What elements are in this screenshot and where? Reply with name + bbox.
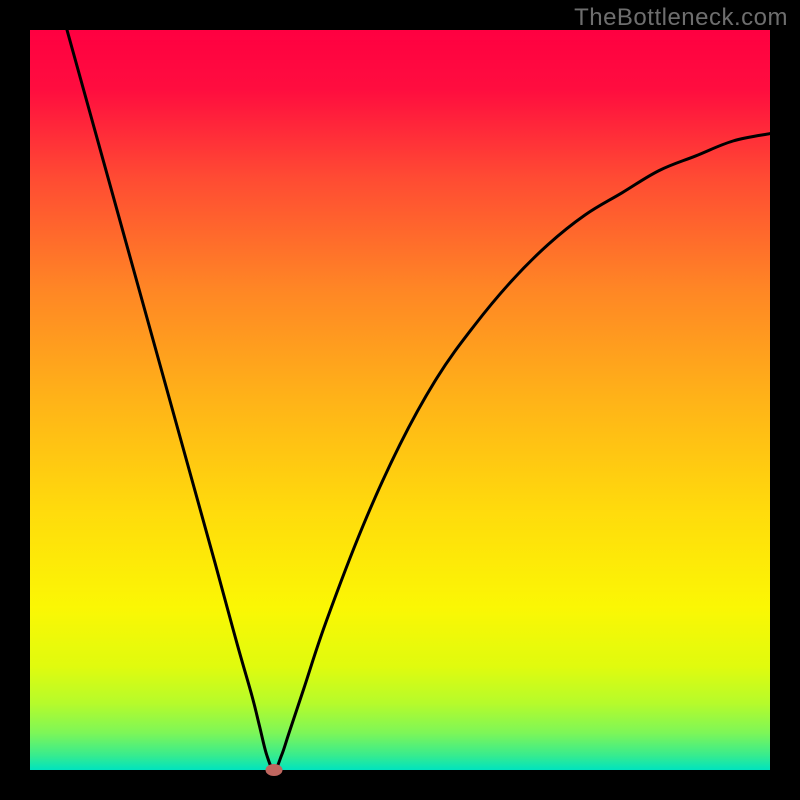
optimal-point-marker (266, 764, 283, 776)
watermark-text: TheBottleneck.com (574, 4, 788, 32)
chart-frame: TheBottleneck.com (0, 0, 800, 800)
bottleneck-curve (30, 30, 770, 770)
plot-area (30, 30, 770, 770)
